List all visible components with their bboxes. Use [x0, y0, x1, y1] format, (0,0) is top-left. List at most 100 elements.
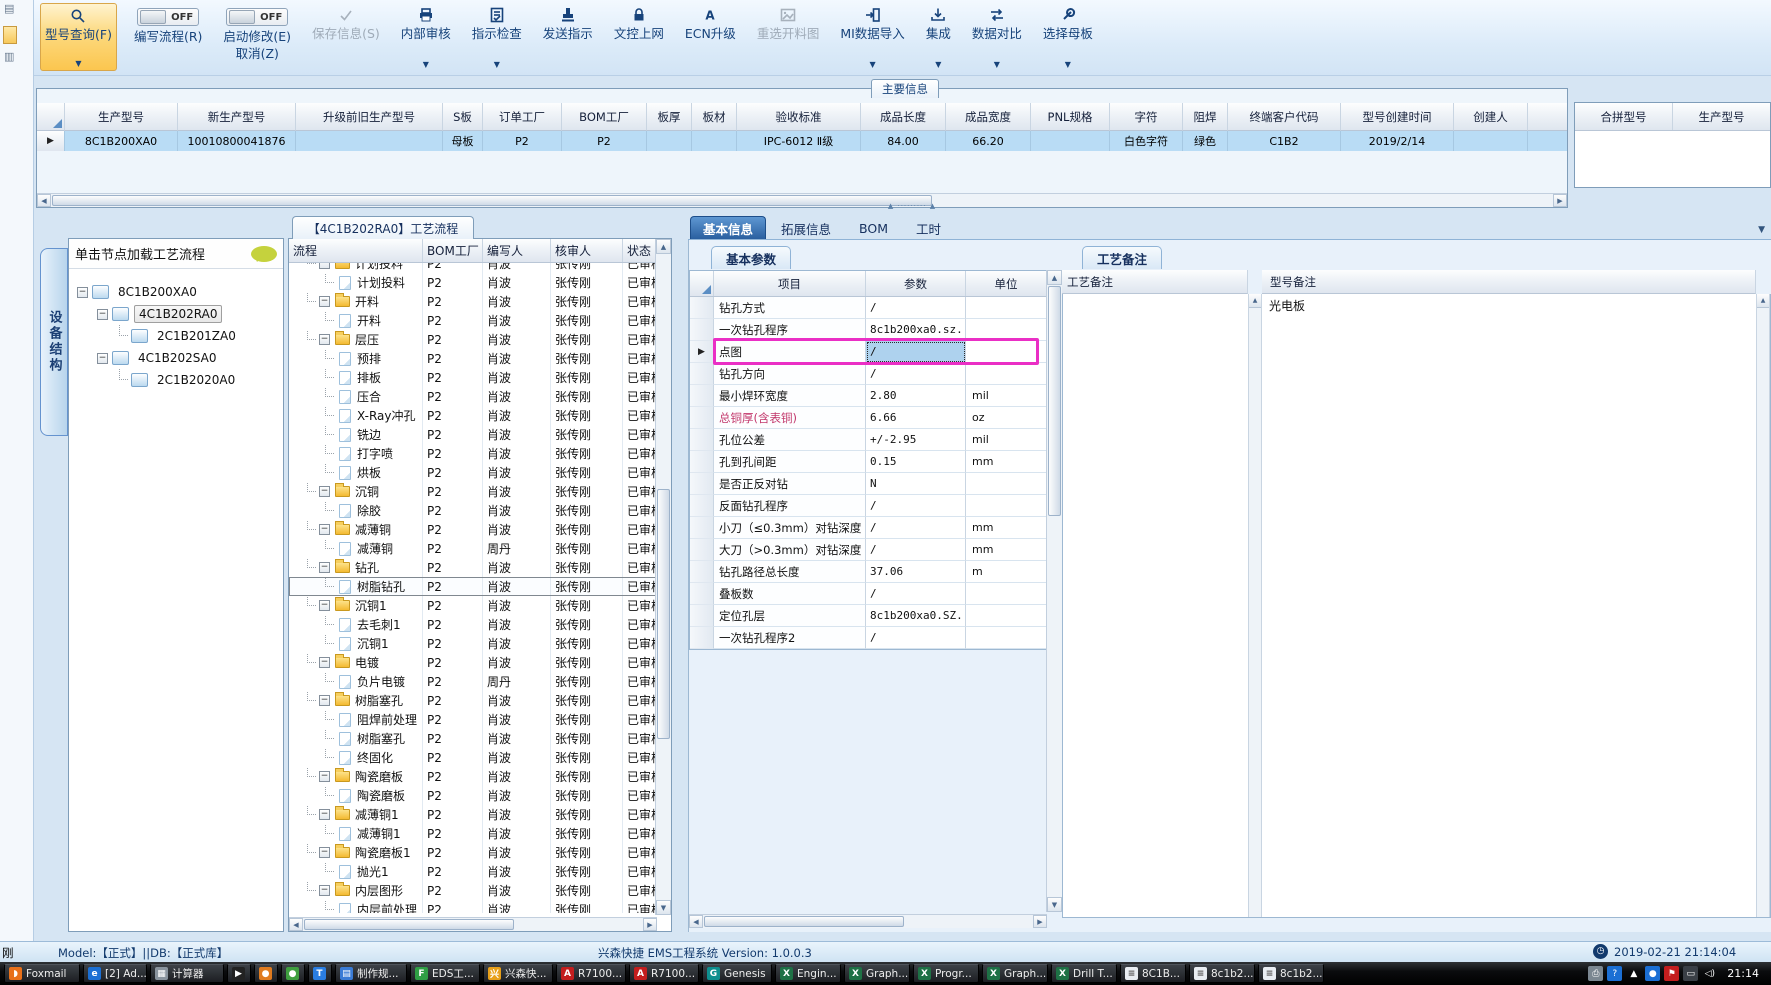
taskbar-item[interactable]: ●	[254, 964, 278, 983]
process-row-减薄铜[interactable]: − 减薄铜 P2肖波张传刚已审核	[289, 520, 657, 539]
grid-cell[interactable]	[296, 131, 443, 151]
row-selector[interactable]: ▶	[37, 131, 65, 151]
param-value[interactable]: +/-2.95	[866, 429, 966, 451]
ribbon-button-data-compare[interactable]: 数据对比 ▼	[968, 3, 1026, 71]
tree-expand-icon[interactable]: −	[319, 263, 330, 269]
process-grid-hscrollbar[interactable]: ◀ ▶	[289, 917, 657, 931]
taskbar-item-制作规...[interactable]: ▤ 制作规...	[335, 964, 407, 983]
tab-拓展信息[interactable]: 拓展信息	[768, 216, 844, 239]
grid-cell[interactable]: 白色字符	[1110, 131, 1183, 151]
column-header[interactable]: 合拼型号	[1575, 103, 1673, 130]
column-header[interactable]: 验收标准	[737, 103, 861, 131]
taskbar-item-Engin...[interactable]: X Engin...	[775, 964, 841, 983]
main-grid-selected-row[interactable]: ▶ 8C1B200XA0 10010800041876 母板 P2 P2 IPC-6012 …	[37, 131, 1567, 151]
param-row-孔到孔间距[interactable]: 孔到孔间距 0.15 mm	[690, 451, 1046, 473]
tree-expand-icon[interactable]: −	[319, 600, 330, 611]
flag-icon[interactable]: ⚑	[1664, 966, 1680, 981]
process-row-沉铜[interactable]: − 沉铜 P2肖波张传刚已审核	[289, 482, 657, 501]
process-row-层压[interactable]: − 层压 P2肖波张传刚已审核	[289, 330, 657, 349]
grid-cell[interactable]	[1031, 131, 1110, 151]
tree-expand-icon[interactable]: −	[319, 524, 330, 535]
param-row-叠板数[interactable]: 叠板数 /	[690, 583, 1046, 605]
param-value[interactable]: /	[866, 627, 966, 649]
scroll-down-icon[interactable]: ▼	[1047, 897, 1062, 912]
toggle-off-switch[interactable]: OFF	[137, 8, 200, 26]
column-header[interactable]: S板	[443, 103, 483, 131]
grid-cell[interactable]: P2	[562, 131, 647, 151]
column-header[interactable]: 流程	[289, 239, 423, 262]
tree-node-2C1B201ZA0[interactable]: 2C1B201ZA0	[69, 325, 283, 347]
process-row-树脂钻孔[interactable]: 树脂钻孔 P2肖波张传刚已审核	[289, 577, 657, 596]
ribbon-button-internal-audit[interactable]: 内部审核 ▼	[397, 3, 455, 71]
ribbon-button-model-query[interactable]: 型号查询(F) ▼	[40, 3, 117, 71]
taskbar-item-[2] Ad...[interactable]: e [2] Ad...	[83, 964, 147, 983]
process-row-沉铜1[interactable]: 沉铜1 P2肖波张传刚已审核	[289, 634, 657, 653]
speaker-icon[interactable]: ◁)	[1702, 966, 1717, 981]
tree-expand-icon[interactable]: −	[319, 885, 330, 896]
param-row-孔位公差[interactable]: 孔位公差 +/-2.95 mil	[690, 429, 1046, 451]
grid-cell[interactable]: C1B2	[1228, 131, 1341, 151]
column-header[interactable]: 项目	[714, 271, 866, 296]
scroll-thumb[interactable]	[304, 919, 514, 930]
process-row-去毛刺1[interactable]: 去毛刺1 P2肖波张传刚已审核	[289, 615, 657, 634]
notes-inner-vscrollbar[interactable]: ▲	[1248, 294, 1262, 917]
process-row-陶瓷磨板[interactable]: 陶瓷磨板 P2肖波张传刚已审核	[289, 786, 657, 805]
tab-工时[interactable]: 工时	[903, 216, 954, 239]
taskbar-item-Foxmail[interactable]: ◗ Foxmail	[4, 964, 80, 983]
param-value[interactable]: /	[866, 363, 966, 385]
column-header[interactable]: BOM工厂	[562, 103, 647, 131]
ribbon-button-save-info[interactable]: 保存信息(S)	[308, 3, 384, 71]
param-value[interactable]: 0.15	[866, 451, 966, 473]
column-header[interactable]: 成品宽度	[946, 103, 1031, 131]
param-row-钻孔方向[interactable]: 钻孔方向 /	[690, 363, 1046, 385]
param-row-一次钻孔程序[interactable]: 一次钻孔程序 8c1b200xa0.sz...	[690, 319, 1046, 341]
grid-cell[interactable]: P2	[483, 131, 562, 151]
params-hscrollbar[interactable]: ◀ ▶	[689, 914, 1047, 928]
monitor-icon[interactable]: ▭	[1683, 966, 1699, 981]
app-blue-icon[interactable]: ●	[1645, 966, 1661, 981]
grid-cell[interactable]: 66.20	[946, 131, 1031, 151]
scroll-right-icon[interactable]: ▶	[643, 918, 657, 931]
ribbon-button-reselect-cutting-map[interactable]: 重选开料图	[753, 3, 824, 71]
process-row-钻孔[interactable]: − 钻孔 P2肖波张传刚已审核	[289, 558, 657, 577]
tab-process-flow[interactable]: 【4C1B202RA0】工艺流程	[292, 216, 474, 239]
tree-expand-icon[interactable]: −	[97, 352, 108, 364]
param-row-大刀（>0.3mm）对钻深度[interactable]: 大刀（>0.3mm）对钻深度 / mm	[690, 539, 1046, 561]
column-header[interactable]: 型号创建时间	[1341, 103, 1454, 131]
process-row-计划投料[interactable]: − 计划投料 P2肖波张传刚已审核	[289, 263, 657, 273]
scroll-thumb[interactable]	[52, 195, 932, 206]
taskbar-item-8c1b2...[interactable]: ≡ 8c1b2...	[1258, 964, 1324, 983]
scroll-up-icon[interactable]: ▲	[1757, 294, 1769, 308]
taskbar-item-8C1B...[interactable]: ≡ 8C1B...	[1120, 964, 1186, 983]
tree-expand-icon[interactable]: −	[319, 695, 330, 706]
param-value[interactable]: 6.66	[866, 407, 966, 429]
ribbon-button-start-modify[interactable]: OFF 启动修改(E) 取消(Z)	[219, 3, 295, 71]
column-header[interactable]: 生产型号	[65, 103, 178, 131]
taskbar-item-R7100...[interactable]: A R7100...	[629, 964, 699, 983]
grid-cell[interactable]: 2019/2/14	[1341, 131, 1454, 151]
tree-expand-icon[interactable]: −	[319, 562, 330, 573]
process-row-减薄铜1[interactable]: 减薄铜1 P2肖波张传刚已审核	[289, 824, 657, 843]
taskbar-item[interactable]: T	[308, 964, 332, 983]
process-row-树脂塞孔[interactable]: − 树脂塞孔 P2肖波张传刚已审核	[289, 691, 657, 710]
scroll-left-icon[interactable]: ◀	[689, 915, 703, 928]
active-dock-tab[interactable]	[3, 26, 17, 44]
chevron-down-icon[interactable]: ▼	[1758, 225, 1765, 235]
process-row-铣边[interactable]: 铣边 P2肖波张传刚已审核	[289, 425, 657, 444]
tree-node-4C1B202SA0[interactable]: − 4C1B202SA0	[69, 347, 283, 369]
param-row-点图[interactable]: ▶ 点图 /	[690, 338, 1046, 365]
column-header[interactable]: BOM工厂	[423, 239, 483, 262]
taskbar-item-Graph...[interactable]: X Graph...	[844, 964, 910, 983]
column-header-model-notes[interactable]: 型号备注	[1262, 270, 1756, 294]
column-header[interactable]: 新生产型号	[178, 103, 296, 131]
column-header[interactable]: 成品长度	[861, 103, 946, 131]
grid-cell[interactable]	[692, 131, 737, 151]
column-header[interactable]: 单位	[966, 271, 1046, 296]
process-row-终固化[interactable]: 终固化 P2肖波张传刚已审核	[289, 748, 657, 767]
main-grid-hscrollbar[interactable]: ◀ ▶	[37, 193, 1567, 207]
column-header[interactable]: 创建人	[1454, 103, 1528, 131]
param-value[interactable]: 8c1b200xa0.SZ...	[866, 605, 966, 627]
tab-基本信息[interactable]: 基本信息	[690, 216, 767, 239]
taskbar-item-8c1b2...[interactable]: ≡ 8c1b2...	[1189, 964, 1255, 983]
tree-expand-icon[interactable]: −	[97, 308, 108, 320]
